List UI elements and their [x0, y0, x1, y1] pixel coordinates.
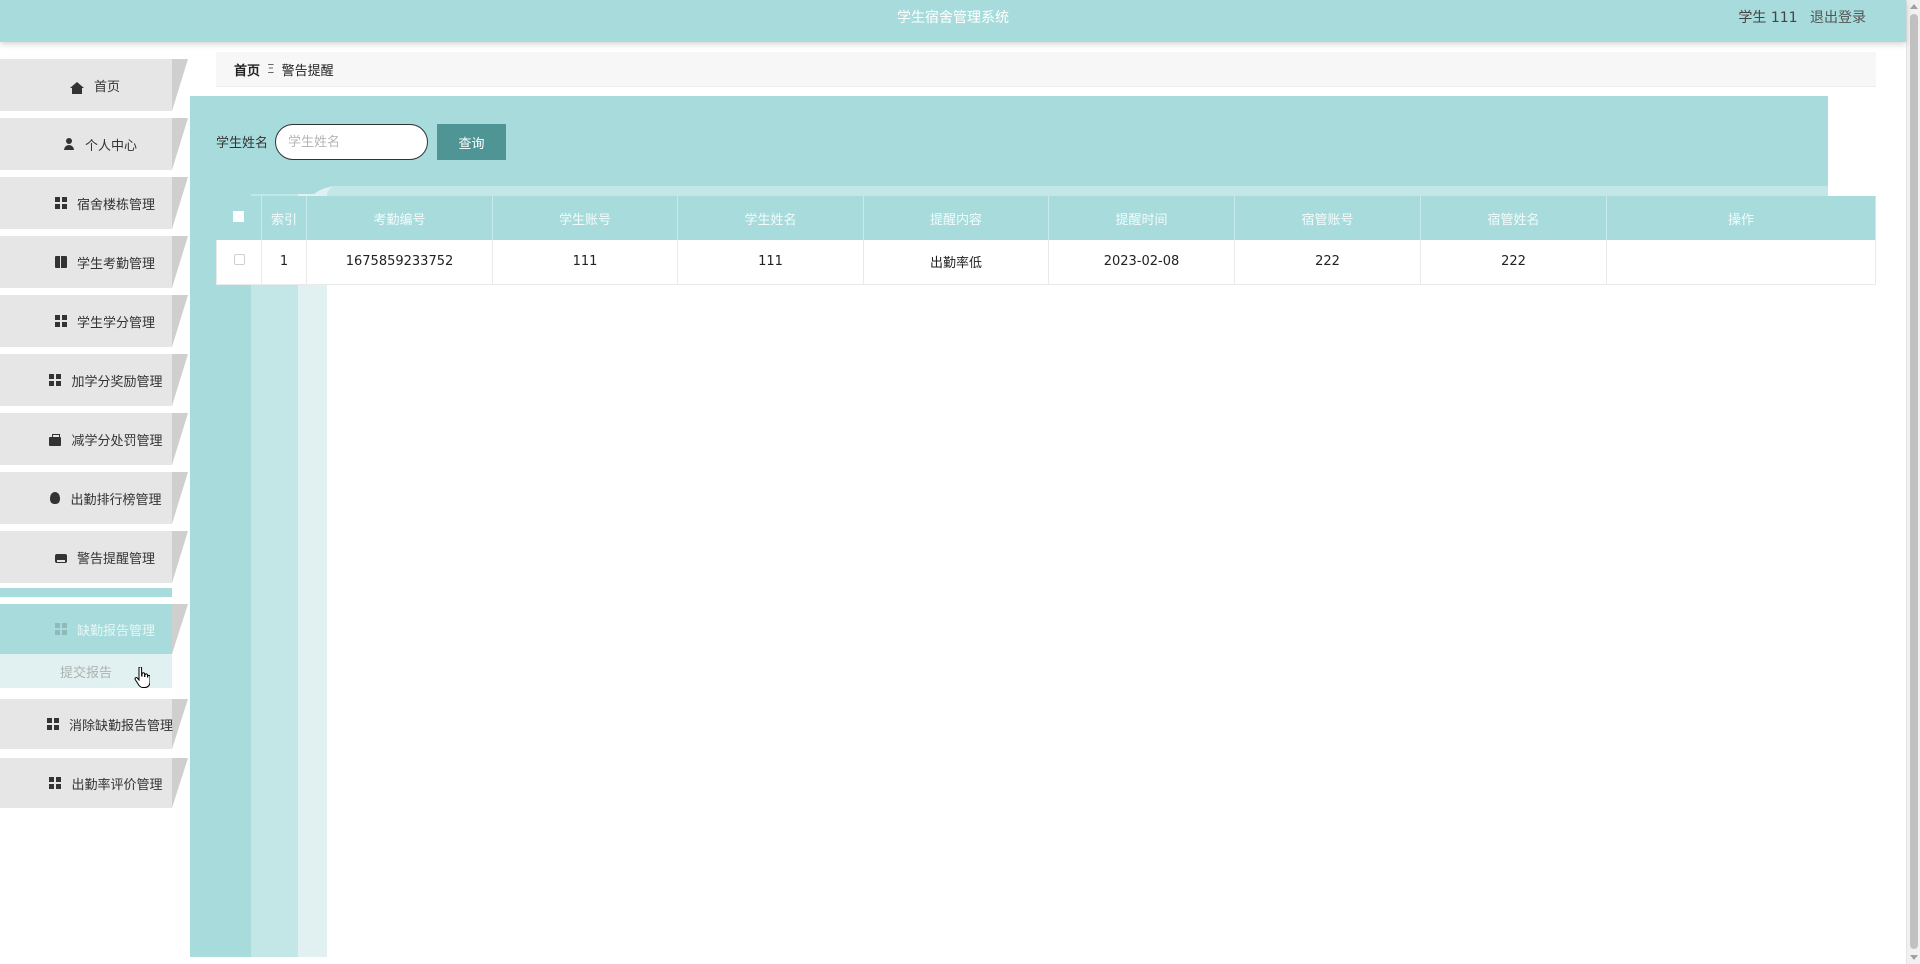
breadcrumb: 首页 Ξ 警告提醒 — [216, 52, 1876, 87]
search-panel — [190, 96, 1828, 194]
sidebar-item-label: 出勤率评价管理 — [71, 777, 163, 793]
sidebar-item-credit-penalties[interactable]: 减学分处罚管理 — [0, 413, 190, 465]
grid-icon — [46, 718, 59, 730]
vertical-scrollbar[interactable] — [1906, 0, 1920, 964]
sidebar-item-clear-absence[interactable]: 消除缺勤报告管理 — [0, 699, 190, 749]
sidebar-item-label: 出勤排行榜管理 — [70, 492, 162, 508]
user-icon — [63, 138, 75, 150]
search-label: 学生姓名 — [216, 136, 269, 151]
sidebar-item-label: 警告提醒管理 — [76, 551, 155, 567]
column-header: 提醒内容 — [863, 196, 1049, 240]
sidebar-item-dorm-building[interactable]: 宿舍楼栋管理 — [0, 177, 190, 229]
sidebar-item-warnings[interactable]: 警告提醒管理 — [0, 531, 190, 583]
row-checkbox-cell[interactable] — [216, 240, 262, 285]
sidebar-item-label: 学生学分管理 — [76, 315, 155, 331]
sidebar-item-attendance-evaluation[interactable]: 出勤率评价管理 — [0, 758, 190, 808]
grid-icon — [54, 315, 67, 327]
column-header: 考勤编号 — [306, 196, 493, 240]
cell-manager-account: 222 — [1234, 240, 1421, 285]
scroll-down-icon[interactable] — [1910, 955, 1918, 960]
select-all-checkbox-cell[interactable] — [216, 196, 262, 240]
scroll-up-icon[interactable] — [1910, 4, 1918, 9]
breadcrumb-current: 警告提醒 — [281, 63, 334, 79]
sidebar-item-attendance[interactable]: 学生考勤管理 — [0, 236, 190, 288]
table-header-row: 索引 考勤编号 学生账号 学生姓名 提醒内容 提醒时间 宿管账号 宿管姓名 操作 — [216, 196, 1876, 240]
background-curve — [327, 186, 1828, 196]
print-icon — [54, 553, 67, 563]
cell-student-account: 111 — [492, 240, 678, 285]
home-icon — [69, 82, 84, 94]
grid-icon — [49, 374, 62, 386]
sidebar-item-label: 减学分处罚管理 — [71, 433, 163, 449]
briefcase-icon — [49, 433, 62, 446]
cell-attendance-no: 1675859233752 — [306, 240, 493, 285]
cell-content: 出勤率低 — [863, 240, 1049, 285]
sidebar-item-label: 个人中心 — [84, 138, 137, 154]
table-row: 1 1675859233752 111 111 出勤率低 2023-02-08 … — [216, 240, 1876, 285]
hand-cursor-icon — [134, 667, 150, 688]
column-header: 学生账号 — [492, 196, 678, 240]
sidebar-item-absence-reports[interactable]: 缺勤报告管理 — [0, 604, 190, 654]
cell-student-name: 111 — [677, 240, 864, 285]
book-icon — [54, 256, 67, 268]
column-header: 宿管姓名 — [1420, 196, 1607, 240]
row-checkbox[interactable] — [233, 254, 245, 266]
sidebar-item-label: 学生考勤管理 — [76, 256, 155, 272]
sidebar-item-label: 消除缺勤报告管理 — [68, 718, 173, 734]
logout-link[interactable]: 退出登录 — [1810, 10, 1866, 26]
breadcrumb-home[interactable]: 首页 — [234, 60, 260, 79]
query-button[interactable]: 查询 — [437, 124, 506, 160]
select-all-checkbox[interactable] — [233, 210, 245, 222]
column-header: 操作 — [1606, 196, 1876, 240]
grid-icon — [54, 623, 67, 635]
bulb-icon — [50, 492, 61, 504]
grid-icon — [54, 197, 67, 209]
cell-manager-name: 222 — [1420, 240, 1607, 285]
top-header: 学生宿舍管理系统 学生 111 退出登录 — [0, 0, 1906, 42]
student-name-search-input[interactable] — [275, 124, 428, 160]
column-header: 索引 — [261, 196, 307, 240]
warning-table: 索引 考勤编号 学生账号 学生姓名 提醒内容 提醒时间 宿管账号 宿管姓名 操作… — [216, 196, 1876, 285]
sidebar: 首页 个人中心 宿舍楼栋管理 学生考勤管理 学生学分管理 加学分奖励管理 减学分… — [0, 42, 190, 964]
sidebar-item-label: 首页 — [93, 79, 120, 95]
breadcrumb-separator: Ξ — [267, 62, 275, 76]
sidebar-item-credits[interactable]: 学生学分管理 — [0, 295, 190, 347]
column-header: 学生姓名 — [677, 196, 864, 240]
cell-time: 2023-02-08 — [1048, 240, 1235, 285]
sidebar-item-credit-rewards[interactable]: 加学分奖励管理 — [0, 354, 190, 406]
scrollbar-thumb[interactable] — [1910, 14, 1918, 949]
app-title: 学生宿舍管理系统 — [897, 10, 1009, 26]
cell-index: 1 — [261, 240, 307, 285]
submenu-item-label: 提交报告 — [59, 665, 112, 681]
sidebar-item-attendance-ranking[interactable]: 出勤排行榜管理 — [0, 472, 190, 524]
active-indicator — [0, 588, 172, 597]
column-header: 提醒时间 — [1048, 196, 1235, 240]
grid-icon — [49, 777, 62, 789]
sidebar-item-label: 宿舍楼栋管理 — [76, 197, 155, 213]
sidebar-item-home[interactable]: 首页 — [0, 59, 190, 111]
cell-action — [1606, 240, 1876, 285]
user-label: 学生 111 — [1738, 10, 1798, 26]
sidebar-item-personal-center[interactable]: 个人中心 — [0, 118, 190, 170]
user-info: 学生 111 退出登录 — [1738, 7, 1866, 27]
column-header: 宿管账号 — [1234, 196, 1421, 240]
sidebar-item-label: 缺勤报告管理 — [76, 623, 155, 639]
sidebar-item-label: 加学分奖励管理 — [71, 374, 163, 390]
